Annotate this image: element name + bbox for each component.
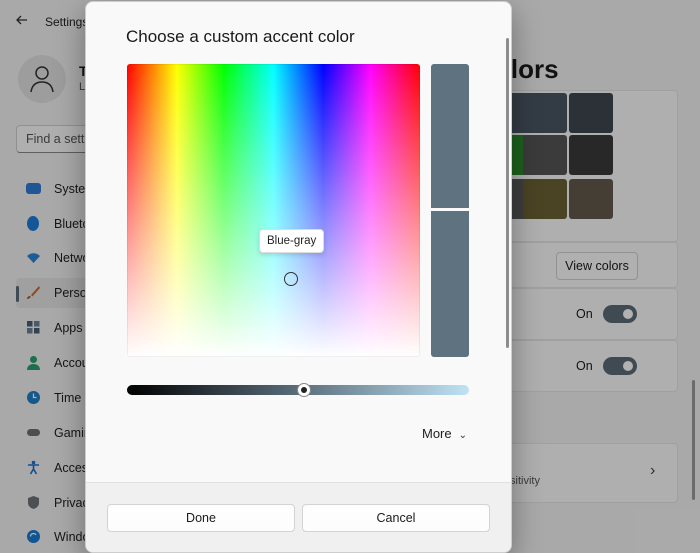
sidebar-item-label: Privac [54, 496, 89, 510]
toggle-state-label: On [576, 307, 593, 321]
color-swatch[interactable] [523, 135, 567, 175]
apps-icon [26, 320, 41, 335]
dialog-title: Choose a custom accent color [126, 27, 355, 46]
row-description: sitivity [510, 475, 540, 487]
wifi-icon [26, 250, 41, 265]
sidebar-item-label: Perso [54, 286, 87, 300]
toggle-state-label: On [576, 359, 593, 373]
paintbrush-icon [26, 285, 41, 300]
bluetooth-icon [27, 216, 39, 231]
sidebar-item-label: Apps [54, 321, 83, 335]
shield-icon [26, 495, 41, 510]
back-arrow-icon[interactable] [14, 12, 30, 28]
brightness-slider-thumb[interactable] [297, 383, 311, 397]
new-color-preview [431, 64, 469, 208]
color-swatch[interactable] [523, 93, 567, 133]
done-label: Done [186, 511, 216, 525]
color-name-tooltip: Blue-gray [259, 229, 325, 253]
cancel-button[interactable]: Cancel [302, 504, 490, 532]
toggle-switch[interactable] [603, 357, 637, 375]
chevron-right-icon: › [650, 462, 656, 479]
done-button[interactable]: Done [107, 504, 295, 532]
person-icon [26, 355, 41, 370]
more-label: More [422, 426, 452, 441]
clock-icon [26, 390, 41, 405]
dialog-scrollbar[interactable] [506, 38, 509, 348]
chevron-down-icon: ⌄ [458, 430, 468, 441]
app-title: Settings [45, 15, 89, 29]
sidebar-item-label: Time [54, 391, 82, 405]
cancel-label: Cancel [376, 511, 416, 525]
monitor-icon [26, 183, 41, 194]
more-expander[interactable]: More ⌄ [422, 426, 467, 441]
custom-accent-color-dialog: Choose a custom accent color Blue-gray M… [85, 1, 512, 553]
scrollbar[interactable] [692, 380, 695, 500]
toggle-switch[interactable] [603, 305, 637, 323]
color-swatch[interactable] [569, 179, 613, 219]
accent-swatch-panel [490, 90, 678, 242]
avatar[interactable] [18, 55, 66, 103]
search-placeholder: Find a setti [26, 132, 88, 146]
color-picker-ring[interactable] [284, 272, 298, 286]
color-swatch[interactable] [569, 93, 613, 133]
current-color-preview [431, 211, 469, 357]
windows-update-icon [26, 529, 41, 544]
color-spectrum[interactable] [127, 64, 420, 357]
accessibility-icon [26, 460, 41, 475]
sidebar-item-label: Accou [54, 356, 89, 370]
color-swatch[interactable] [569, 135, 613, 175]
person-icon [30, 66, 54, 93]
sidebar-item-label: Acces [54, 461, 89, 475]
color-swatch[interactable] [523, 179, 567, 219]
gamepad-icon [26, 425, 41, 440]
view-colors-button[interactable]: View colors [556, 252, 638, 280]
view-colors-label: View colors [565, 259, 629, 273]
